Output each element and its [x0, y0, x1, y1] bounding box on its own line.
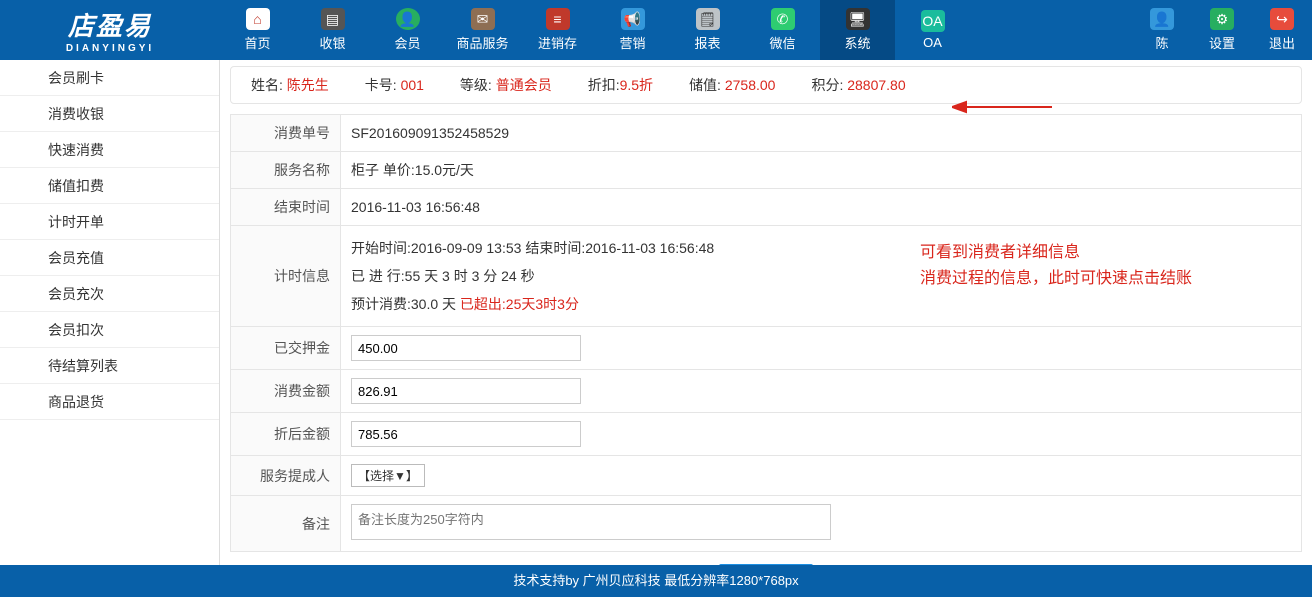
service-name-value: 柜子 单价:15.0元/天: [341, 152, 1302, 189]
nav-home-icon: ⌂: [246, 8, 270, 30]
nav-stock-icon: ≡: [546, 8, 570, 30]
nav-user-label: 陈: [1155, 33, 1168, 52]
nav-marketing-label: 营销: [619, 33, 645, 52]
nav-settings-icon: ⚙: [1210, 8, 1234, 30]
staff-select-button[interactable]: 【选择▼】: [351, 464, 425, 487]
nav-goods-icon: ✉: [471, 8, 495, 30]
nav-home-label: 首页: [244, 33, 270, 52]
nav-exit-icon: ↪: [1270, 8, 1294, 30]
annotation-arrow-icon: [952, 100, 1052, 114]
remark-label: 备注: [231, 496, 341, 552]
checkout-form: 消费单号 SF201609091352458529 服务名称 柜子 单价:15.…: [230, 114, 1302, 552]
nav-system[interactable]: 🖥 系统: [820, 0, 895, 60]
member-card: 001: [401, 77, 424, 93]
member-discount: 9.5折: [620, 77, 653, 93]
nav-settings[interactable]: ⚙ 设置: [1192, 0, 1252, 60]
member-points-label: 积分:: [811, 77, 843, 93]
sidebar-item-5[interactable]: 会员充值: [0, 240, 219, 276]
timing-label: 计时信息: [231, 226, 341, 327]
order-no-value: SF201609091352458529: [341, 115, 1302, 152]
annotation-line2: 消费过程的信息，此时可快速点击结账: [920, 266, 1192, 292]
sidebar-item-9[interactable]: 商品退货: [0, 384, 219, 420]
sidebar: 会员刷卡消费收银快速消费储值扣费计时开单会员充值会员充次会员扣次待结算列表商品退…: [0, 60, 220, 565]
member-card-label: 卡号:: [365, 77, 397, 93]
sidebar-item-4[interactable]: 计时开单: [0, 204, 219, 240]
annotation-text: 可看到消费者详细信息 消费过程的信息，此时可快速点击结账: [920, 240, 1192, 292]
staff-label: 服务提成人: [231, 456, 341, 496]
timing-overdue: 已超出:25天3时3分: [460, 296, 579, 312]
nav-system-label: 系统: [844, 33, 870, 52]
nav-marketing-icon: 📢: [621, 8, 645, 30]
sidebar-item-1[interactable]: 消费收银: [0, 96, 219, 132]
nav-system-icon: 🖥: [846, 8, 870, 30]
amount-input[interactable]: [351, 378, 581, 404]
nav-report[interactable]: 🗒 报表: [670, 0, 745, 60]
service-name-label: 服务名称: [231, 152, 341, 189]
end-time-value: 2016-11-03 16:56:48: [341, 189, 1302, 226]
sidebar-item-0[interactable]: 会员刷卡: [0, 60, 219, 96]
sidebar-item-7[interactable]: 会员扣次: [0, 312, 219, 348]
member-level-label: 等级:: [460, 77, 492, 93]
nav-oa-icon: OA: [921, 10, 945, 32]
member-balance-label: 储值:: [689, 77, 721, 93]
nav-home[interactable]: ⌂ 首页: [220, 0, 295, 60]
after-discount-label: 折后金额: [231, 413, 341, 456]
deposit-label: 已交押金: [231, 327, 341, 370]
nav-member[interactable]: 👤 会员: [370, 0, 445, 60]
member-level: 普通会员: [496, 77, 552, 93]
member-balance: 2758.00: [725, 77, 776, 93]
sidebar-item-6[interactable]: 会员充次: [0, 276, 219, 312]
end-time-label: 结束时间: [231, 189, 341, 226]
timing-estimate: 预计消费:30.0 天 已超出:25天3时3分: [351, 290, 1291, 318]
top-nav-right: 👤陈⚙设置↪退出: [1132, 0, 1312, 60]
logo[interactable]: 店盈易 DIANYINGYI: [0, 0, 220, 60]
member-name: 陈先生: [287, 77, 329, 93]
nav-cashier-icon: ▤: [321, 8, 345, 30]
nav-wechat[interactable]: ✆ 微信: [745, 0, 820, 60]
member-points: 28807.80: [847, 77, 905, 93]
nav-wechat-icon: ✆: [771, 8, 795, 30]
nav-marketing[interactable]: 📢 营销: [595, 0, 670, 60]
nav-stock-label: 进销存: [538, 33, 577, 52]
logo-sub: DIANYINGYI: [66, 43, 154, 54]
nav-goods-label: 商品服务: [456, 33, 508, 52]
deposit-input[interactable]: [351, 335, 581, 361]
footer: 技术支持by 广州贝应科技 最低分辨率1280*768px: [0, 565, 1312, 597]
amount-label: 消费金额: [231, 370, 341, 413]
nav-cashier[interactable]: ▤ 收银: [295, 0, 370, 60]
sidebar-item-8[interactable]: 待结算列表: [0, 348, 219, 384]
nav-wechat-label: 微信: [769, 33, 795, 52]
member-name-label: 姓名:: [251, 77, 283, 93]
sidebar-item-2[interactable]: 快速消费: [0, 132, 219, 168]
submit-row: 结账: [230, 552, 1302, 565]
nav-member-icon: 👤: [396, 8, 420, 30]
checkout-button[interactable]: 结账: [719, 564, 813, 565]
annotation-line1: 可看到消费者详细信息: [920, 240, 1192, 266]
nav-user[interactable]: 👤陈: [1132, 0, 1192, 60]
remark-textarea[interactable]: [351, 504, 831, 540]
nav-goods[interactable]: ✉ 商品服务: [445, 0, 520, 60]
nav-report-icon: 🗒: [696, 8, 720, 30]
sidebar-item-3[interactable]: 储值扣费: [0, 168, 219, 204]
nav-exit-label: 退出: [1269, 33, 1295, 52]
nav-settings-label: 设置: [1209, 33, 1235, 52]
nav-member-label: 会员: [394, 33, 420, 52]
nav-exit[interactable]: ↪ 退出: [1252, 0, 1312, 60]
after-discount-input[interactable]: [351, 421, 581, 447]
member-info-box: 姓名: 陈先生 卡号: 001 等级: 普通会员 折扣:9.5折 储值: 275…: [230, 66, 1302, 104]
logo-main: 店盈易: [68, 6, 152, 43]
nav-stock[interactable]: ≡ 进销存: [520, 0, 595, 60]
nav-cashier-label: 收银: [319, 33, 345, 52]
nav-oa[interactable]: OA OA: [895, 0, 970, 60]
nav-oa-label: OA: [923, 35, 942, 50]
nav-report-label: 报表: [694, 33, 720, 52]
main-panel: 姓名: 陈先生 卡号: 001 等级: 普通会员 折扣:9.5折 储值: 275…: [220, 60, 1312, 565]
topbar: 店盈易 DIANYINGYI ⌂ 首页 ▤ 收银 👤 会员 ✉ 商品服务 ≡ 进销存 📢 营销 🗒 报表 ✆…: [0, 0, 1312, 60]
order-no-label: 消费单号: [231, 115, 341, 152]
member-discount-label: 折扣:: [588, 77, 620, 93]
top-nav: ⌂ 首页 ▤ 收银 👤 会员 ✉ 商品服务 ≡ 进销存 📢 营销 🗒 报表 ✆ 微信 🖥 系统 OA OA: [220, 0, 970, 60]
nav-user-icon: 👤: [1150, 8, 1174, 30]
